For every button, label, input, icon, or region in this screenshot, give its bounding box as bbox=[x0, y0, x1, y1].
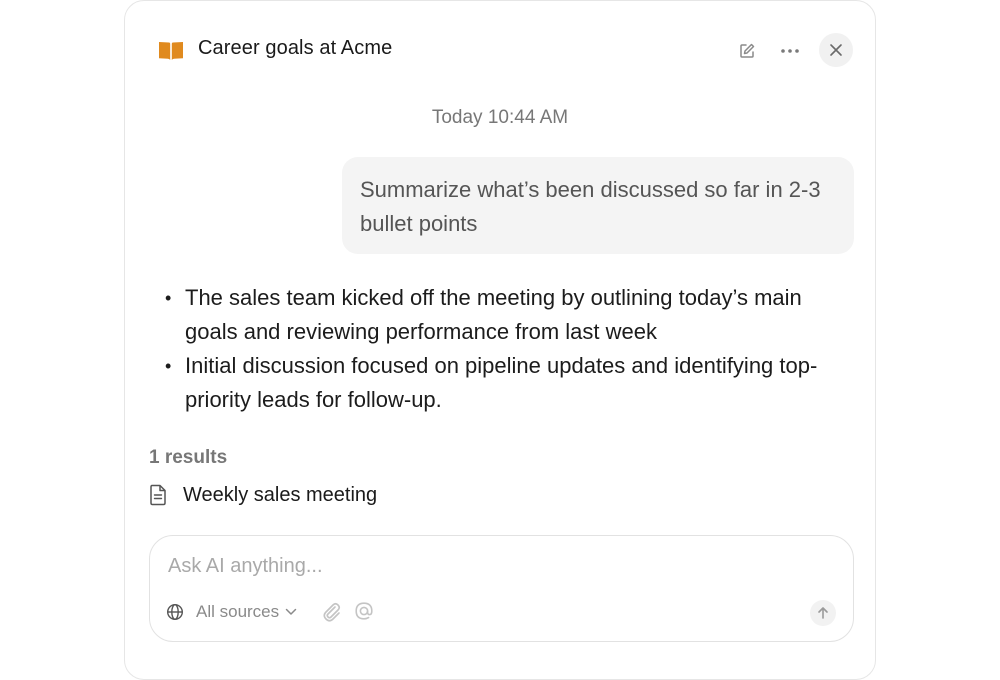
more-horizontal-icon bbox=[781, 49, 799, 53]
results-count: 1 results bbox=[149, 447, 228, 468]
mention-at-icon[interactable] bbox=[353, 599, 375, 623]
more-options-button[interactable] bbox=[774, 35, 806, 67]
chevron-down-icon bbox=[285, 608, 297, 615]
result-item-weekly-sales-meeting[interactable]: Weekly sales meeting bbox=[149, 481, 377, 509]
paperclip-icon[interactable] bbox=[320, 600, 342, 624]
arrow-up-icon bbox=[818, 607, 828, 619]
response-bullet: The sales team kicked off the meeting by… bbox=[165, 281, 851, 349]
globe-icon bbox=[166, 603, 184, 621]
sources-dropdown[interactable]: All sources bbox=[166, 600, 297, 624]
sources-label: All sources bbox=[196, 602, 280, 621]
edit-icon bbox=[740, 43, 755, 58]
ai-chat-panel: Career goals at Acme Today 10:44 AM Summ… bbox=[124, 0, 876, 680]
chat-header: Career goals at Acme bbox=[125, 1, 875, 101]
book-icon bbox=[159, 42, 183, 60]
document-icon bbox=[149, 483, 171, 507]
composer: All sources bbox=[149, 535, 854, 642]
message-timestamp: Today 10:44 AM bbox=[431, 107, 569, 128]
result-item-label: Weekly sales meeting bbox=[183, 483, 378, 506]
response-bullet-list: The sales team kicked off the meeting by… bbox=[161, 281, 851, 417]
close-button[interactable] bbox=[819, 33, 853, 67]
ask-ai-input[interactable] bbox=[166, 550, 830, 582]
close-icon bbox=[830, 44, 842, 56]
user-message-bubble: Summarize what’s been discussed so far i… bbox=[342, 157, 854, 254]
edit-button[interactable] bbox=[731, 35, 763, 67]
send-button[interactable] bbox=[810, 600, 836, 626]
chat-title: Career goals at Acme bbox=[198, 37, 393, 59]
response-bullet: Initial discussion focused on pipeline u… bbox=[165, 349, 851, 417]
ai-response: The sales team kicked off the meeting by… bbox=[161, 281, 851, 417]
